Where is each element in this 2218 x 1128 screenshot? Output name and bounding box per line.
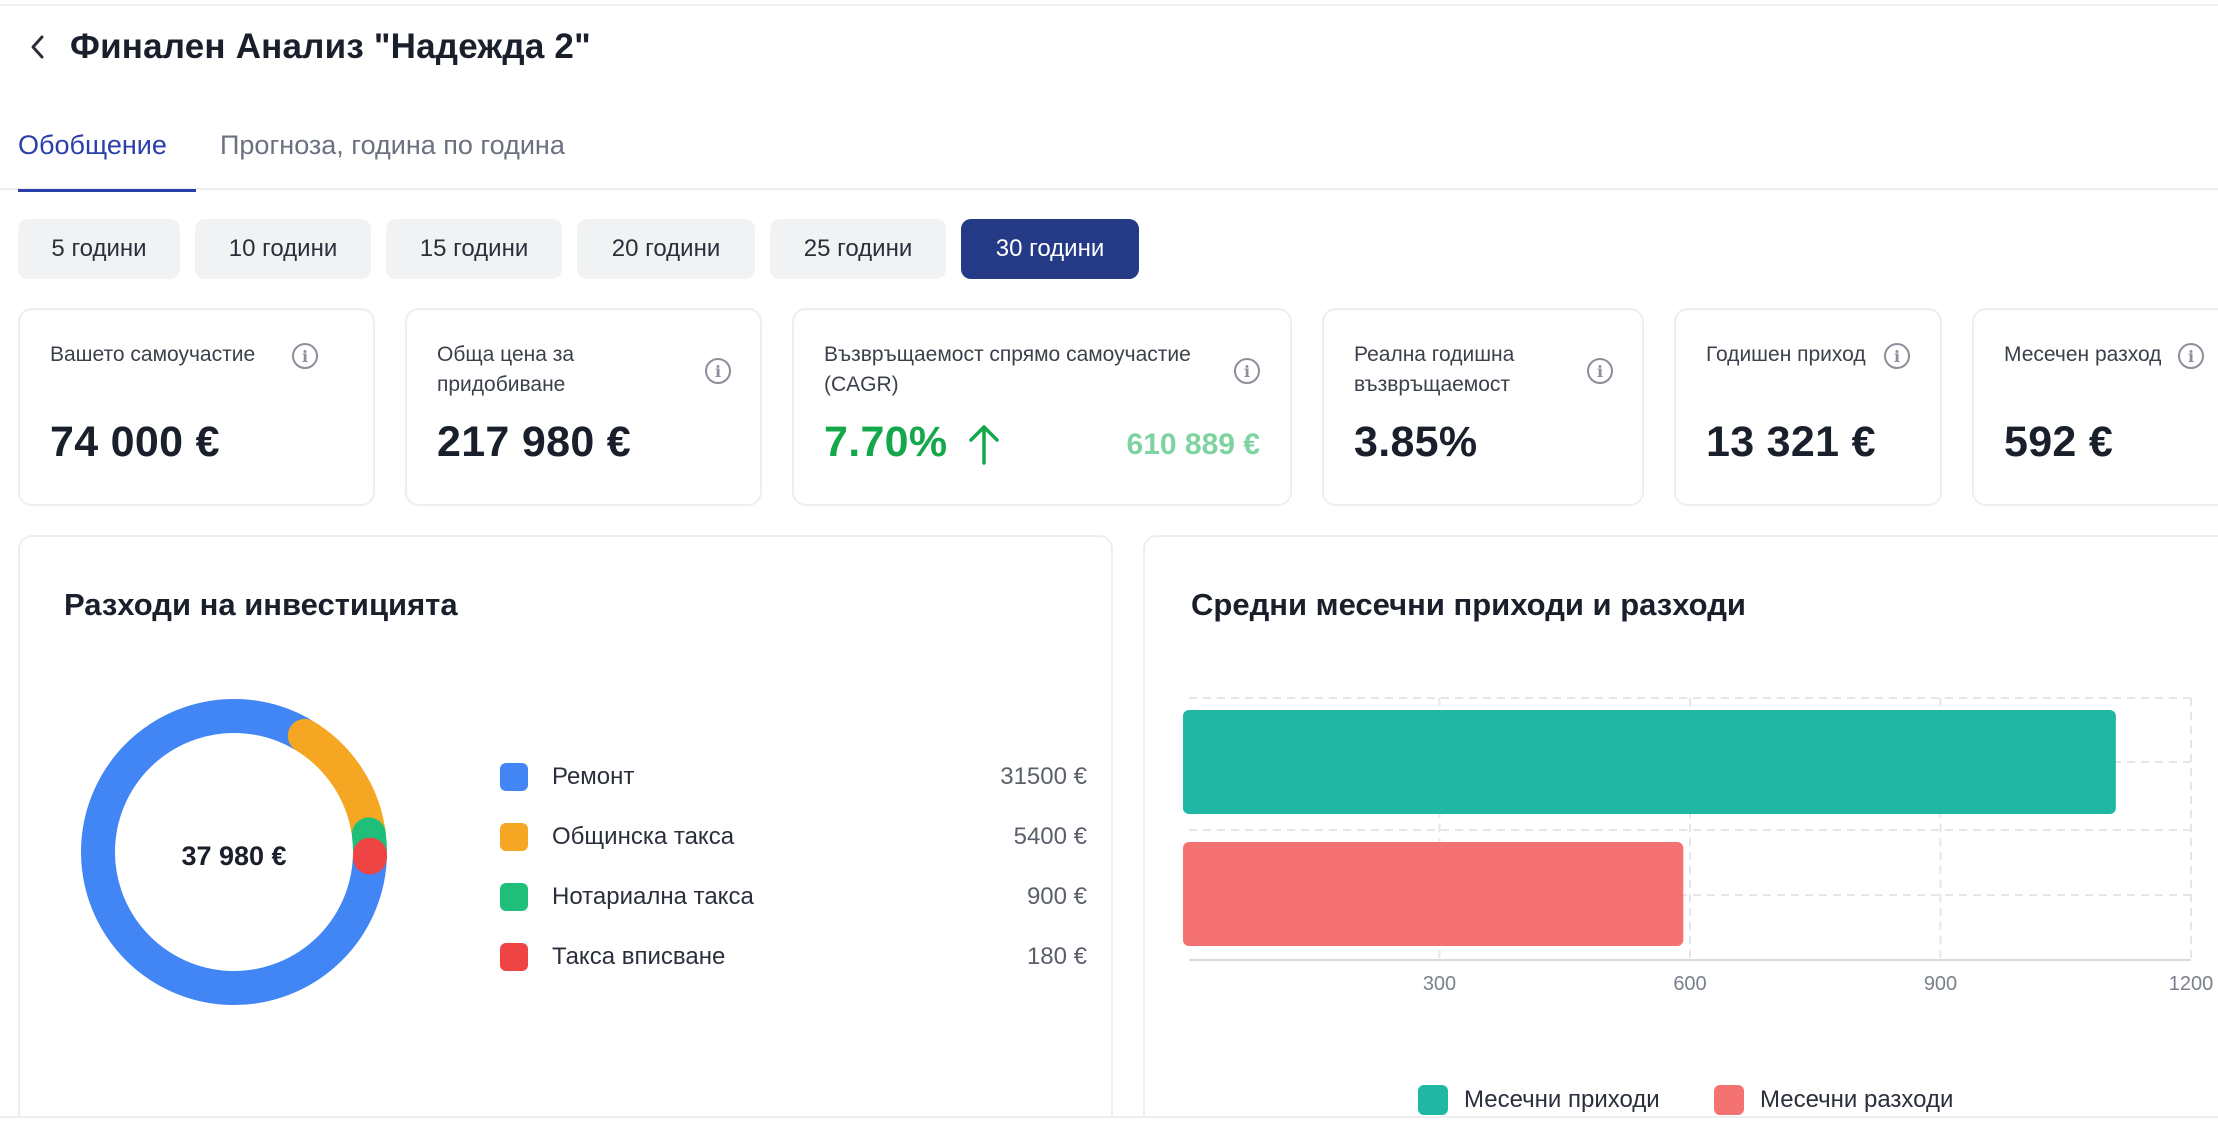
kpi-cagr-card: Възвръщаемост спрямо самоучастие (CAGR) … <box>792 308 1292 506</box>
legend-label: Нотариална такса <box>552 883 754 910</box>
kpi-monthly-expense-card: Месечен разход i 592 € <box>1972 308 2218 506</box>
kpi-real-return-card: Реална годишна възвръщаемост i 3.85% <box>1322 308 1644 506</box>
legend-value: 180 € <box>1026 943 1087 970</box>
kpi-value: 74 000 € <box>50 418 220 466</box>
legend-item-monthly-income[interactable]: Месечни приходи <box>1418 1083 1660 1117</box>
legend-swatch <box>500 763 528 791</box>
legend-swatch <box>500 823 528 851</box>
legend-item-monthly-expense[interactable]: Месечни разходи <box>1714 1083 1953 1117</box>
chevron-left-icon <box>31 35 44 59</box>
bottom-divider <box>0 1116 2218 1128</box>
income-expense-bar-chart: 300 600 900 1200 <box>1183 697 2213 995</box>
kpi-extra-value: 610 889 € <box>1126 428 1260 461</box>
period-25-years-button[interactable]: 25 години <box>770 219 946 279</box>
page-title: Финален Анализ "Надежда 2" <box>70 27 591 66</box>
legend-item-notary-fee: Нотариална такса 900 € <box>500 877 1087 917</box>
legend-swatch <box>500 943 528 971</box>
arrow-up-icon <box>969 425 999 465</box>
bar-1[interactable] <box>1183 842 1684 946</box>
kpi-label-line: Обща цена за <box>437 343 575 366</box>
legend-value: 31500 € <box>1000 763 1087 790</box>
legend-swatch <box>1714 1085 1744 1115</box>
kpi-label: Годишен приход <box>1706 343 1866 366</box>
kpi-label-line: възвръщаемост <box>1354 373 1511 396</box>
legend-label: Такса вписване <box>552 943 726 970</box>
period-15-years-button[interactable]: 15 години <box>386 219 562 279</box>
kpi-value: 592 € <box>2004 418 2114 466</box>
kpi-label: Вашето самоучастие <box>50 343 256 366</box>
tab-summary[interactable]: Обобщение <box>18 118 196 192</box>
kpi-value: 13 321 € <box>1706 418 1876 466</box>
x-tick-label-3: 1200 <box>2169 973 2214 995</box>
tab-forecast[interactable]: Прогноза, година по година <box>220 118 565 190</box>
donut-total: 37 980 € <box>181 841 286 871</box>
kpi-value: 217 980 € <box>437 418 631 466</box>
legend-swatch <box>1418 1085 1448 1115</box>
period-30-years-button[interactable]: 30 години <box>961 219 1139 279</box>
kpi-label: Обща цена за придобиване <box>437 340 574 400</box>
kpi-value: 3.85% <box>1354 418 1478 466</box>
costs-donut-chart: 37 980 € <box>81 698 387 1005</box>
kpi-value: 7.70% <box>824 418 948 466</box>
top-divider <box>0 0 2218 6</box>
kpi-label: Реална годишна възвръщаемост <box>1354 340 1514 400</box>
legend-item-renovation: Ремонт 31500 € <box>500 757 1087 797</box>
costs-panel-title: Разходи на инвестицията <box>64 587 458 622</box>
costs-panel: Разходи на инвестицията 37 980 € Ремонт … <box>18 535 1113 1128</box>
x-tick-label-2: 900 <box>1924 973 1957 995</box>
info-icon[interactable]: i <box>1884 343 1910 369</box>
period-20-years-button[interactable]: 20 години <box>577 219 755 279</box>
legend-item-registration-fee: Такса вписване 180 € <box>500 937 1087 977</box>
kpi-label: Възвръщаемост спрямо самоучастие (CAGR) <box>824 340 1191 400</box>
legend-label: Ремонт <box>552 763 635 790</box>
page-header: Финален Анализ "Надежда 2" <box>18 22 591 72</box>
kpi-own-contribution-card: Вашето самоучастие i 74 000 € <box>18 308 375 506</box>
period-10-years-button[interactable]: 10 години <box>195 219 371 279</box>
chart-bars <box>1183 710 2116 946</box>
legend-label: Общинска такса <box>552 823 735 850</box>
x-tick-label-0: 300 <box>1423 973 1456 995</box>
legend-value: 5400 € <box>1013 823 1087 850</box>
legend-value: 900 € <box>1026 883 1087 910</box>
kpi-label-line: придобиване <box>437 373 566 396</box>
legend-swatch <box>500 883 528 911</box>
kpi-label-line: (CAGR) <box>824 373 899 396</box>
kpi-total-price-card: Обща цена за придобиване i 217 980 € <box>405 308 762 506</box>
info-icon[interactable]: i <box>1587 358 1613 384</box>
info-icon[interactable]: i <box>1234 358 1260 384</box>
legend-label: Месечни приходи <box>1464 1086 1660 1113</box>
chart-title: Средни месечни приходи и разходи <box>1191 587 1746 622</box>
info-icon[interactable]: i <box>2178 343 2204 369</box>
info-icon[interactable]: i <box>292 343 318 369</box>
x-tick-label-1: 600 <box>1673 973 1706 995</box>
tab-bar: Обобщение Прогноза, година по година <box>0 118 2218 192</box>
kpi-annual-income-card: Годишен приход i 13 321 € <box>1674 308 1942 506</box>
bar-0[interactable] <box>1183 710 2116 814</box>
legend-label: Месечни разходи <box>1760 1086 1954 1113</box>
back-button[interactable] <box>18 22 58 72</box>
kpi-label-line: Реална годишна <box>1354 343 1515 366</box>
period-5-years-button[interactable]: 5 години <box>18 219 180 279</box>
kpi-label: Месечен разход <box>2004 343 2162 366</box>
chart-x-ticks: 300 600 900 1200 <box>1423 973 2213 995</box>
info-icon[interactable]: i <box>705 358 731 384</box>
legend-item-municipal-fee: Общинска такса 5400 € <box>500 817 1087 857</box>
kpi-label-line: Възвръщаемост спрямо самоучастие <box>824 343 1191 366</box>
